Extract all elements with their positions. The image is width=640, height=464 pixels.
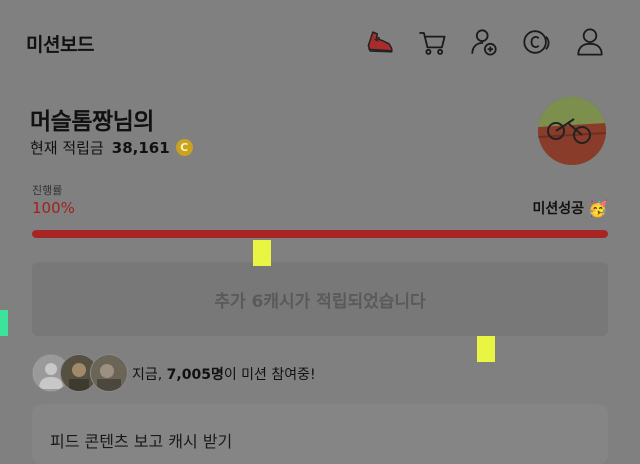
user-name: 머슬톰짱님의: [30, 109, 154, 135]
points-label: 현재 적립금: [30, 139, 104, 157]
feed-card[interactable]: 피드 콘텐츠 보고 캐시 받기: [32, 404, 608, 464]
cash-reward-banner[interactable]: 추가 6캐시가 적립되었습니다: [32, 262, 608, 336]
page-title: 미션보드: [26, 34, 94, 56]
feed-title: 피드 콘텐츠 보고 캐시 받기: [50, 432, 233, 451]
points-row: 현재 적립금 38,161 C: [30, 137, 193, 158]
coin-badge-icon: C: [175, 139, 193, 156]
add-friend-icon-graphic: [471, 29, 497, 56]
coin-icon[interactable]: [516, 22, 556, 62]
add-friend-icon[interactable]: [464, 22, 504, 62]
cart-icon-graphic: [419, 32, 446, 55]
participant-avatar: [90, 354, 128, 392]
participants-suffix: 이 미션 참여중!: [223, 367, 316, 383]
profile-icon[interactable]: [570, 22, 610, 62]
shoe-icon-graphic: [367, 31, 393, 53]
profile-icon-graphic: [577, 28, 603, 56]
participant-avatars: [32, 354, 128, 392]
progress-fill: [32, 230, 608, 238]
shoe-icon[interactable]: [360, 22, 400, 62]
highlight-marker: [253, 240, 271, 266]
mission-status: 미션성공 🥳: [533, 198, 608, 218]
progress-label: 진행률: [32, 184, 63, 197]
participants-prefix: 지금,: [132, 367, 167, 383]
coin-icon-graphic: [523, 30, 550, 54]
highlight-marker: [477, 336, 495, 362]
cart-icon[interactable]: [412, 22, 452, 62]
participants-count-text: 지금, 7,005명이 미션 참여중!: [132, 364, 316, 384]
cash-reward-text: 추가 6캐시가 적립되었습니다: [214, 291, 426, 312]
participants-count: 7,005명: [166, 367, 224, 383]
points-value: 38,161: [111, 138, 170, 157]
mission-status-text: 미션성공: [532, 201, 585, 217]
progress-percent: 100%: [32, 199, 75, 217]
party-face-icon: 🥳: [588, 198, 608, 218]
progress-bar: [32, 230, 608, 238]
avatar-photo: [538, 97, 606, 165]
participant-photo: [91, 355, 127, 391]
highlight-marker: [0, 310, 8, 336]
header: 미션보드: [0, 0, 640, 90]
user-avatar[interactable]: [538, 97, 606, 165]
